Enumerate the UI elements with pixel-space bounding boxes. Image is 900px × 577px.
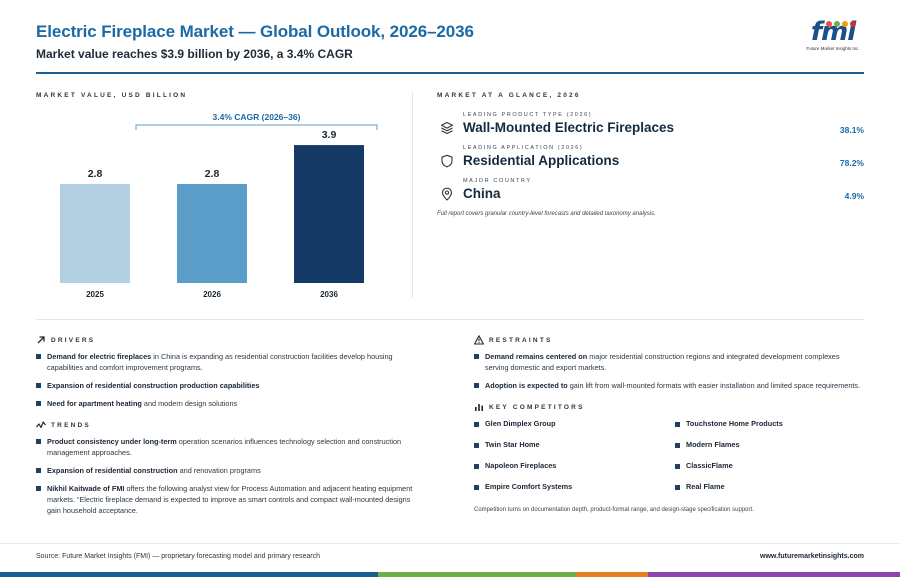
x-tick-label: 2026: [203, 290, 221, 299]
cagr-bracket: [135, 124, 378, 130]
panel-divider: [412, 92, 413, 298]
page-subtitle: Market value reaches $3.9 billion by 203…: [36, 47, 353, 61]
competitor-item: Twin Star Home: [474, 440, 540, 450]
glance-share: 4.9%: [844, 191, 864, 201]
glance-share: 38.1%: [839, 125, 864, 135]
bullet-text: and renovation programs: [177, 466, 261, 475]
bullet-bold: Expansion of residential construction pr…: [47, 381, 260, 390]
trends-heading: TRENDS: [36, 419, 426, 433]
trends-label: TRENDS: [51, 422, 91, 429]
footer-source: Source: Future Market Insights (FMI) — p…: [36, 553, 320, 560]
glance-value: Residential Applications: [463, 153, 620, 168]
drivers-trends-column: DRIVERS Demand for electric fireplaces i…: [36, 334, 426, 516]
bullet-bold: Nikhil Kaitwade of FMI: [47, 484, 125, 493]
color-bar-segment: [378, 572, 576, 577]
drivers-heading: DRIVERS: [36, 334, 426, 348]
logo-tagline: Future Market Insights Inc.: [806, 46, 860, 51]
bullet-bold: Expansion of residential construction: [47, 466, 178, 475]
logo-dot: [834, 21, 840, 27]
bar-value-label: 3.9: [322, 129, 337, 141]
competitors-label: KEY COMPETITORS: [489, 404, 585, 411]
bullet-text: and modern design solutions: [141, 399, 238, 408]
warning-icon: [474, 335, 484, 345]
bullet-bold: Need for apartment heating: [47, 399, 142, 408]
color-bar-segment: [648, 572, 900, 577]
driver-item: Demand for electric fireplaces in China …: [36, 351, 426, 373]
x-tick-label: 2025: [86, 290, 104, 299]
layers-icon: [440, 121, 454, 135]
competitor-item: Napoleon Fireplaces: [474, 461, 556, 471]
shield-icon: [441, 154, 453, 168]
glance-item-product-type: LEADING PRODUCT TYPE (2026) Wall-Mounted…: [437, 112, 864, 142]
glance-label: LEADING APPLICATION (2026): [463, 145, 584, 151]
footer-url-link[interactable]: www.futuremarketinsights.com: [760, 553, 864, 560]
logo-dot: [826, 21, 832, 27]
bar-2036: [294, 145, 364, 283]
glance-label: LEADING PRODUCT TYPE (2026): [463, 112, 593, 118]
logo-dot: [842, 21, 848, 27]
color-bar-segment: [576, 572, 648, 577]
competitor-item: Touchstone Home Products: [675, 419, 783, 429]
driver-item: Need for apartment heating and modern de…: [36, 398, 426, 409]
bar-chart-icon: [475, 404, 483, 411]
competitor-item: Glen Dimplex Group: [474, 419, 556, 429]
color-bar-segment: [0, 572, 378, 577]
market-value-bar-chart: 3.4% CAGR (2026–36) 2.8 2025 2.8 2026 3.9 2036: [60, 112, 378, 299]
glance-label: MAJOR COUNTRY: [463, 178, 532, 184]
competitors-note: Competition turns on documentation depth…: [474, 507, 754, 513]
competitor-item: Real Flame: [675, 482, 725, 492]
trend-item: Expansion of residential construction an…: [36, 465, 426, 476]
drivers-label: DRIVERS: [51, 337, 96, 344]
fmi-logo[interactable]: fmi Future Market Insights Inc.: [802, 18, 864, 58]
glance-share: 78.2%: [839, 158, 864, 168]
trend-item: Nikhil Kaitwade of FMI offers the follow…: [36, 483, 426, 516]
footer-rule: [0, 543, 900, 544]
logo-dots: [824, 14, 860, 27]
bullet-text: gain lift from wall-mounted formats with…: [567, 381, 861, 390]
logo-dot: [850, 21, 856, 27]
restraints-label: RESTRAINTS: [489, 337, 553, 344]
bar-2025: [60, 183, 130, 283]
restraints-heading: RESTRAINTS: [474, 334, 864, 348]
x-tick-label: 2036: [320, 290, 338, 299]
glance-item-country: MAJOR COUNTRY China 4.9%: [437, 178, 864, 208]
market-value-panel: MARKET VALUE, USD BILLION 3.4% CAGR (202…: [36, 92, 412, 302]
trend-line-icon: [36, 421, 46, 429]
bullet-bold: Demand for electric fireplaces: [47, 352, 152, 361]
bar-value-label: 2.8: [205, 168, 220, 180]
glance-value: China: [463, 186, 501, 201]
header-rule: [36, 72, 864, 74]
glance-value: Wall-Mounted Electric Fireplaces: [463, 120, 675, 135]
bar-2026: [177, 183, 247, 283]
restraints-competitors-column: RESTRAINTS Demand remains centered on ma…: [474, 334, 864, 513]
competitor-item: Modern Flames: [675, 440, 740, 450]
section-rule: [36, 319, 864, 320]
arrow-up-right-icon: [37, 336, 45, 344]
glance-section-label: MARKET AT A GLANCE, 2026: [437, 92, 581, 99]
bullet-bold: Adoption is expected to: [485, 381, 568, 390]
glance-note: Full report covers granular country-leve…: [437, 211, 656, 217]
chart-section-label: MARKET VALUE, USD BILLION: [36, 92, 188, 99]
cagr-label: 3.4% CAGR (2026–36): [213, 112, 301, 122]
restraint-item: Adoption is expected to gain lift from w…: [474, 380, 864, 391]
page-header: Electric Fireplace Market — Global Outlo…: [36, 18, 864, 78]
bullet-bold: Product consistency under long-term: [47, 437, 177, 446]
glance-item-application: LEADING APPLICATION (2026) Residential A…: [437, 145, 864, 175]
restraint-item: Demand remains centered on major residen…: [474, 351, 864, 373]
page-title: Electric Fireplace Market — Global Outlo…: [36, 22, 474, 41]
location-pin-icon: [441, 187, 453, 201]
driver-item: Expansion of residential construction pr…: [36, 380, 426, 391]
market-at-a-glance-panel: MARKET AT A GLANCE, 2026 LEADING PRODUCT…: [437, 92, 864, 302]
bullet-bold: Demand remains centered on: [485, 352, 588, 361]
bottom-color-bar: [0, 572, 900, 577]
trend-item: Product consistency under long-term oper…: [36, 436, 426, 458]
competitor-item: Empire Comfort Systems: [474, 482, 572, 492]
bar-value-label: 2.8: [88, 168, 103, 180]
competitors-grid: Glen Dimplex Group Touchstone Home Produ…: [474, 419, 864, 503]
competitors-heading: KEY COMPETITORS: [474, 401, 864, 415]
competitor-item: ClassicFlame: [675, 461, 733, 471]
